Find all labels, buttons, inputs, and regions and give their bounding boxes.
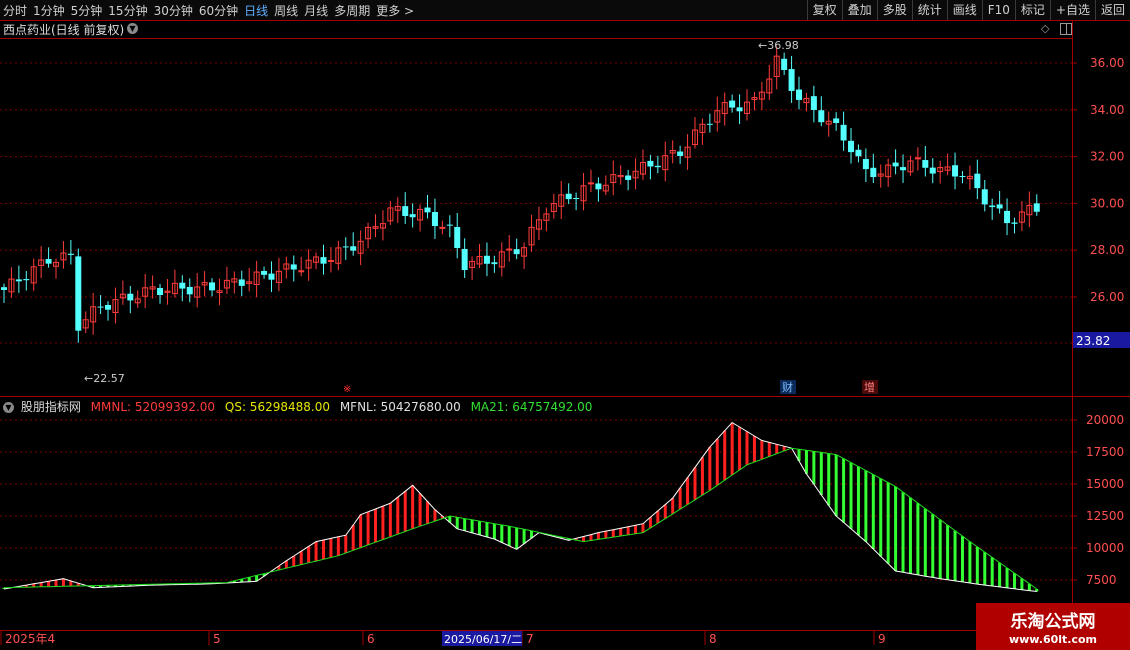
price-tick-label: 34.00 — [1090, 103, 1124, 117]
candle-body — [929, 167, 936, 174]
event-marker-x: ※ — [343, 384, 351, 395]
candle-body — [855, 149, 862, 157]
candle-body — [729, 100, 736, 108]
candle-body — [959, 176, 966, 178]
candle-body — [595, 183, 602, 190]
candle-body — [981, 189, 988, 205]
candle-body — [409, 214, 416, 218]
time-axis-label: 6 — [367, 632, 375, 646]
time-axis-label: 5 — [213, 632, 221, 646]
candle-body — [513, 249, 520, 255]
candle-body — [654, 165, 661, 168]
candle-body — [127, 293, 134, 301]
indicator-tick-label: 10000 — [1086, 541, 1124, 555]
candle-body — [261, 270, 268, 275]
candle-body — [565, 193, 572, 200]
candle-body — [209, 282, 216, 291]
watermark-logo: 乐淘公式网 www.60lt.com — [976, 603, 1130, 650]
candle-body — [587, 182, 594, 185]
candle-body — [706, 123, 713, 125]
candle-body — [350, 246, 357, 251]
candle-body — [796, 89, 803, 100]
candle-body — [952, 165, 959, 177]
candle-body — [892, 162, 899, 167]
candle-body — [105, 305, 112, 310]
candle-body — [483, 255, 490, 264]
time-axis-label: 2025年4 — [5, 632, 55, 646]
low-price-label: ←22.57 — [84, 372, 125, 385]
price-tick-label: 36.00 — [1090, 56, 1124, 70]
indicator-tick-label: 20000 — [1086, 413, 1124, 427]
time-axis-label: 7 — [526, 632, 534, 646]
cursor-date-label: 2025/06/17/二 — [444, 633, 522, 646]
candle-body — [818, 110, 825, 123]
candle-body — [23, 279, 30, 281]
candle-body — [179, 282, 186, 289]
time-axis-label: 9 — [878, 632, 886, 646]
candle-body — [75, 256, 82, 331]
marker-cai: 财 — [782, 380, 793, 394]
candle-body — [625, 175, 632, 180]
candle-body — [454, 227, 461, 249]
price-tick-label: 26.00 — [1090, 290, 1124, 304]
watermark-title: 乐淘公式网 — [1010, 612, 1096, 632]
candle-body — [848, 140, 855, 153]
candle-body — [862, 158, 869, 170]
candle-body — [238, 279, 245, 286]
candle-body — [67, 253, 74, 255]
candle-body — [870, 167, 877, 178]
candle-body — [15, 279, 22, 282]
candle-body — [1011, 222, 1018, 224]
candle-body — [268, 273, 275, 280]
candle-body — [996, 204, 1003, 209]
candle-body — [974, 173, 981, 189]
candle-body — [461, 248, 468, 271]
candle-body — [1, 287, 7, 290]
candle-body — [788, 69, 795, 91]
candle-body — [186, 286, 193, 295]
candle-body — [573, 198, 580, 200]
candle-body — [491, 262, 498, 265]
candle-body — [157, 287, 164, 296]
candle-body — [900, 167, 907, 171]
time-axis-label: 8 — [709, 632, 717, 646]
price-tick-label: 30.00 — [1090, 196, 1124, 210]
watermark-url: www.60lt.com — [1008, 633, 1098, 646]
candle-body — [1033, 203, 1040, 212]
candle-body — [506, 248, 513, 251]
candle-body — [736, 107, 743, 112]
candle-body — [833, 118, 840, 123]
candle-body — [402, 206, 409, 217]
candle-body — [446, 224, 453, 226]
price-tick-label: 32.00 — [1090, 150, 1124, 164]
marker-zeng: 增 — [864, 380, 875, 394]
price-tick-label: 28.00 — [1090, 243, 1124, 257]
candle-body — [810, 96, 817, 110]
candle-body — [647, 160, 654, 167]
candle-body — [781, 58, 788, 70]
indicator-tick-label: 12500 — [1086, 509, 1124, 523]
candle-body — [439, 226, 446, 229]
candle-body — [342, 246, 349, 248]
high-price-label: ←36.98 — [758, 39, 799, 52]
candle-body — [327, 260, 334, 263]
candle-body — [840, 124, 847, 141]
chart-canvas[interactable]: 36.00 34.00 32.00 30.00 28.00 26.00 23.82 ←36.9… — [0, 0, 1130, 650]
candle-body — [320, 257, 327, 264]
indicator-tick-label: 7500 — [1086, 573, 1117, 587]
candle-body — [97, 306, 104, 308]
candle-body — [677, 151, 684, 156]
candle-body — [914, 157, 921, 160]
indicator-tick-label: 15000 — [1086, 477, 1124, 491]
candle-body — [989, 205, 996, 208]
candle-body — [1004, 210, 1011, 224]
candle-body — [424, 207, 431, 213]
candle-body — [922, 160, 929, 168]
candle-body — [45, 259, 52, 264]
candle-body — [298, 270, 305, 273]
indicator-tick-label: 17500 — [1086, 445, 1124, 459]
candle-body — [290, 264, 297, 270]
candle-body — [431, 212, 438, 227]
current-price-label: 23.82 — [1076, 334, 1110, 348]
